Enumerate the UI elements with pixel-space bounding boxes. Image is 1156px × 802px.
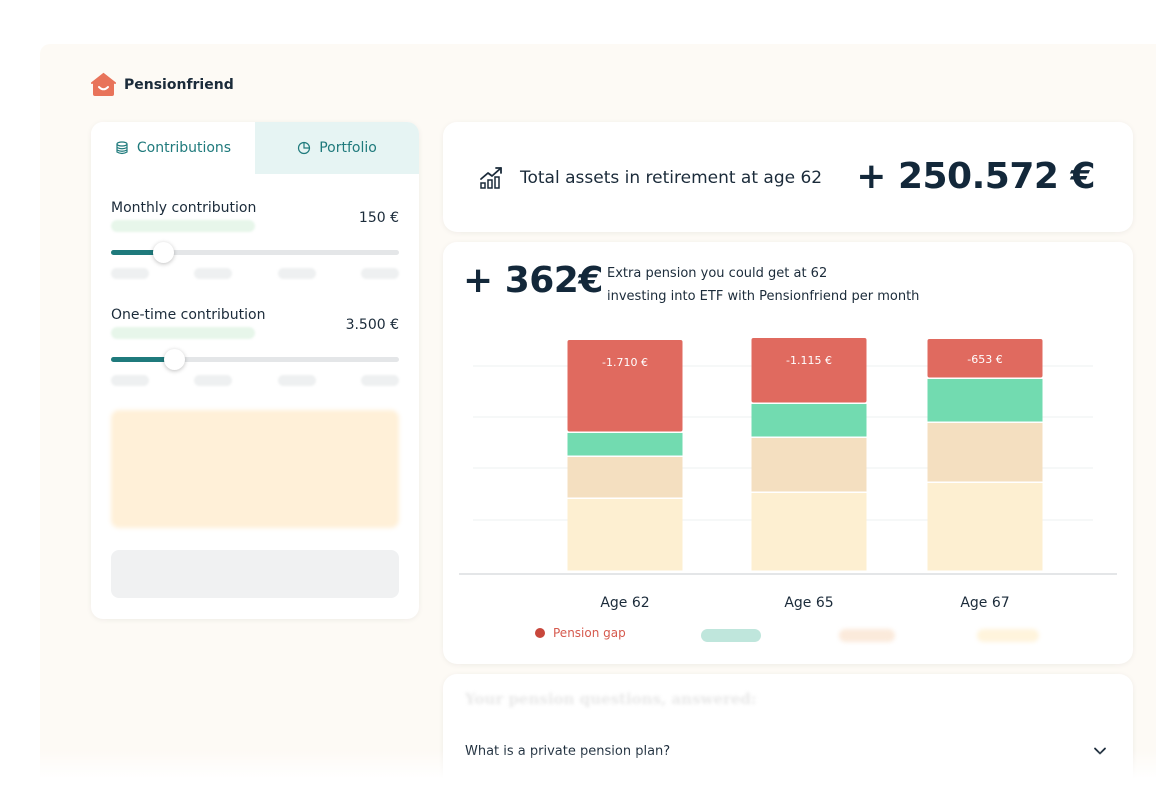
legend-label-pension-gap: Pension gap — [553, 626, 626, 640]
legend-dot — [535, 628, 545, 638]
one-time-contribution-label: One-time contribution — [111, 307, 266, 323]
chart-bar-segment[interactable] — [751, 404, 867, 437]
slider-tick — [277, 375, 316, 386]
chart-bar-segment[interactable] — [567, 340, 683, 432]
pension-chart-card: -1.710 € Age 62 -1.115 € Age 65 -653 € Age 67… — [443, 242, 1133, 664]
chart-legend: Pension gap — [535, 626, 1055, 646]
legend-item-placeholder — [977, 629, 1039, 642]
legend-item-pension-gap: Pension gap — [535, 626, 626, 640]
info-box-placeholder — [111, 410, 399, 528]
slider-tick — [111, 375, 149, 386]
one-time-contribution-value: 3.500 € — [345, 317, 399, 333]
chart-category-label: Age 65 — [784, 595, 833, 611]
brand-logo[interactable]: Pensionfriend — [91, 72, 234, 97]
tab-contributions-label: Contributions — [136, 140, 232, 156]
chart-bar-segment[interactable] — [927, 423, 1043, 482]
monthly-hint-placeholder — [111, 220, 255, 232]
panel-tabs: Contributions Portfolio — [91, 122, 419, 174]
monthly-contribution-value: 150 € — [358, 210, 399, 226]
pie-chart-icon — [298, 141, 311, 155]
chart-bar-segment[interactable] — [927, 483, 1043, 571]
monthly-contribution: Monthly contribution 150 € — [111, 200, 399, 279]
chart-bar-segment[interactable] — [567, 457, 683, 498]
slider-ticks — [111, 375, 399, 386]
faq-card: Your pension questions, answered: What i… — [443, 674, 1133, 802]
one-time-hint-placeholder — [111, 327, 255, 339]
slider-ticks — [111, 268, 399, 279]
slider-tick — [277, 268, 316, 279]
slider-tick — [111, 268, 149, 279]
slider-tick — [194, 375, 233, 386]
faq-question[interactable]: What is a private pension plan? — [465, 744, 670, 759]
extra-pension-line-2: investing into ETF with Pensionfriend pe… — [607, 289, 920, 304]
trending-up-chart-icon — [480, 167, 502, 189]
slider-tick — [360, 268, 399, 279]
extra-pension-value: + 362€ — [463, 260, 603, 301]
chart-bar-segment[interactable] — [927, 379, 1043, 422]
slider-thumb[interactable] — [153, 242, 174, 263]
brand-name: Pensionfriend — [124, 76, 234, 93]
faq-title: Your pension questions, answered: — [465, 690, 757, 708]
tab-portfolio-label: Portfolio — [319, 140, 377, 156]
monthly-contribution-label: Monthly contribution — [111, 200, 257, 216]
chart-category-label: Age 67 — [960, 595, 1009, 611]
chart-data-label: -1.115 € — [786, 354, 832, 367]
chart-bar-segment[interactable] — [751, 493, 867, 571]
chart-bar-segment[interactable] — [567, 499, 683, 571]
legend-item-placeholder — [839, 629, 895, 642]
chart-bar-segment[interactable] — [751, 338, 867, 403]
tab-portfolio[interactable]: Portfolio — [255, 122, 419, 174]
one-time-contribution-slider[interactable] — [111, 349, 399, 370]
slider-tick — [194, 268, 233, 279]
extra-pension-line-1: Extra pension you could get at 62 — [607, 266, 828, 281]
chart-bar-segment[interactable] — [751, 438, 867, 492]
contributions-panel: Contributions Portfolio Monthly contribu… — [91, 122, 419, 619]
coins-icon — [116, 141, 128, 155]
chart-data-label: -653 € — [967, 353, 1002, 366]
chevron-down-icon[interactable] — [1093, 744, 1107, 758]
legend-item-placeholder — [701, 629, 761, 642]
chart-category-label: Age 62 — [600, 595, 649, 611]
action-button-placeholder[interactable] — [111, 550, 399, 598]
chart-data-label: -1.710 € — [602, 356, 648, 369]
total-assets-card: Total assets in retirement at age 62 + 2… — [443, 122, 1133, 232]
one-time-contribution: One-time contribution 3.500 € — [111, 307, 399, 386]
total-assets-value: + 250.572 € — [856, 156, 1095, 197]
monthly-contribution-slider[interactable] — [111, 242, 399, 263]
total-assets-label: Total assets in retirement at age 62 — [520, 168, 823, 188]
extra-pension-description: Extra pension you could get at 62 invest… — [607, 262, 947, 308]
slider-thumb[interactable] — [164, 349, 185, 370]
chart-bar-segment[interactable] — [567, 433, 683, 456]
tab-contributions[interactable]: Contributions — [91, 122, 255, 174]
house-logo-icon — [91, 72, 116, 96]
slider-tick — [360, 375, 399, 386]
